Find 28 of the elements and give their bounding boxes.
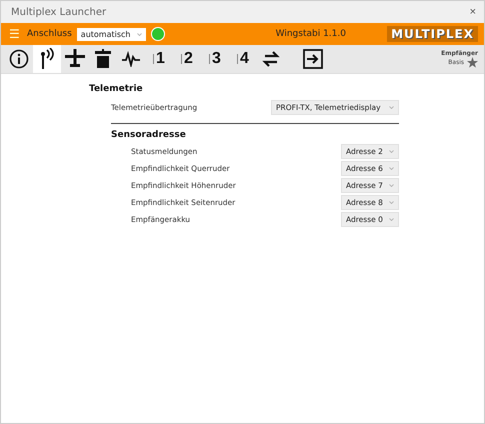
toolbar-tab[interactable]: 2 — [173, 45, 201, 73]
chevron-icon — [389, 106, 394, 109]
exit-icon — [303, 49, 323, 69]
chevron-icon — [389, 150, 394, 153]
chevron-icon — [389, 167, 394, 170]
receiver-icon — [93, 49, 113, 69]
chevron-icon — [389, 201, 394, 204]
chevron-icon — [389, 218, 394, 221]
plane-icon — [64, 48, 86, 70]
connection-label: Anschluss — [27, 29, 72, 39]
section-heading: Sensoradresse — [111, 130, 187, 140]
star-icon — [467, 57, 478, 68]
chevron-icon — [389, 184, 394, 187]
window-title: Multiplex Launcher — [11, 6, 106, 18]
toolbar-tab[interactable] — [33, 45, 61, 73]
antenna-icon — [38, 48, 56, 70]
toolbar-tab[interactable]: 4 — [229, 45, 257, 73]
chevron-icon — [136, 32, 142, 36]
brand-logo: MULTIPLEX — [387, 26, 478, 42]
device-title: Wingstabi 1.1.0 — [274, 29, 347, 39]
section-heading: Telemetrie — [89, 84, 144, 94]
wave-icon — [121, 51, 141, 67]
toolbar-tab[interactable]: 1 — [145, 45, 173, 73]
toolbar-tab[interactable]: 3 — [201, 45, 229, 73]
close-button[interactable]: × — [468, 6, 478, 18]
swap-icon — [262, 50, 280, 68]
connection-dropdown[interactable]: automatisch — [76, 28, 146, 40]
info-icon — [9, 49, 29, 69]
